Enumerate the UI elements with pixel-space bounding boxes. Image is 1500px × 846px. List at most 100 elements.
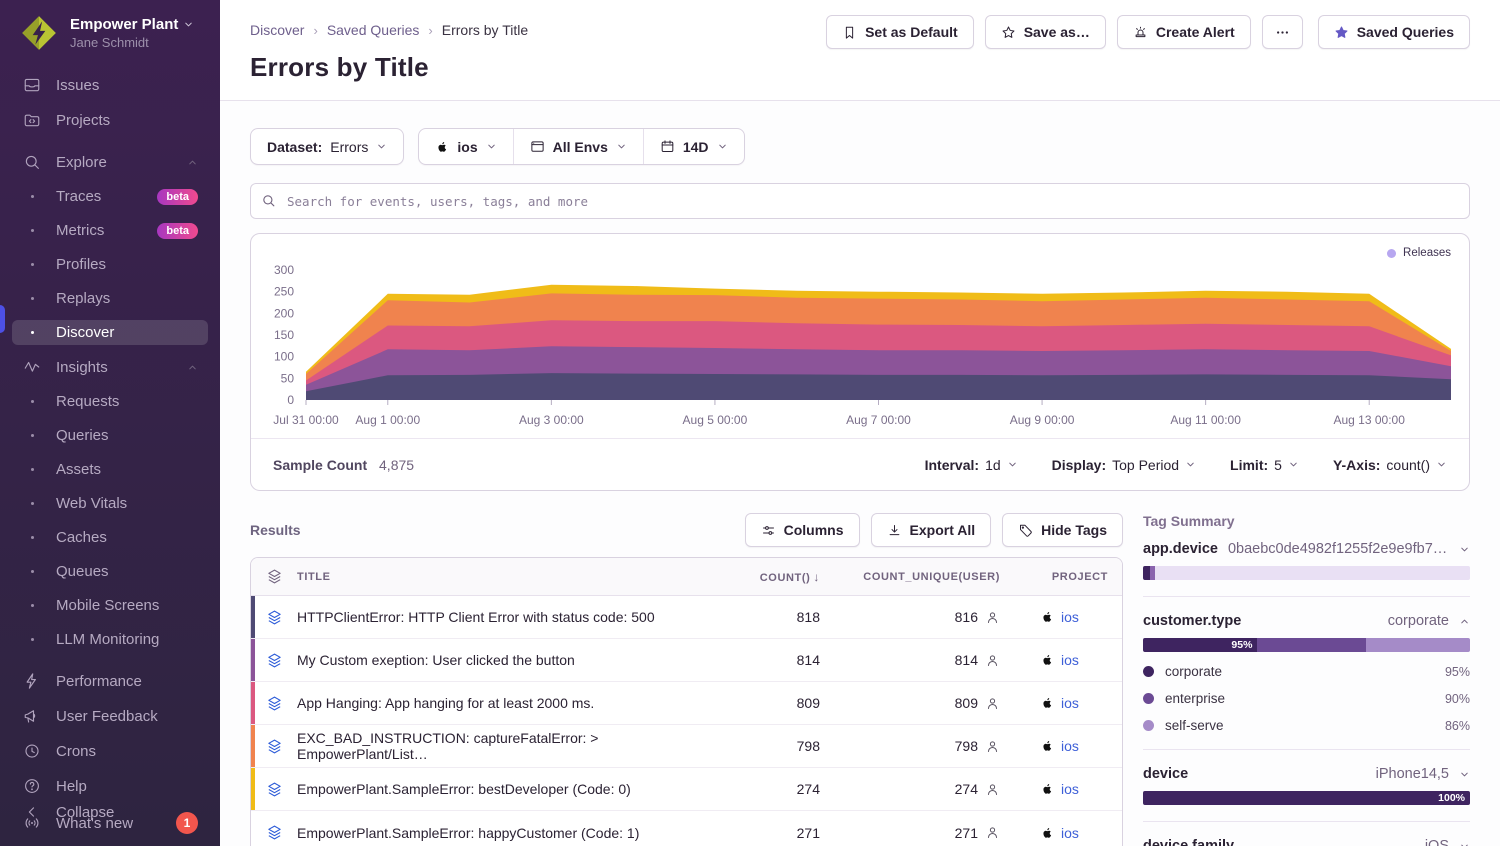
user-icon (985, 782, 1000, 797)
stack-icon[interactable] (266, 609, 283, 626)
sidebar-item-queues[interactable]: Queues (12, 559, 208, 584)
chevron-up-icon[interactable] (1459, 616, 1470, 627)
saved-queries-button[interactable]: Saved Queries (1318, 15, 1470, 49)
row-title[interactable]: HTTPClientError: HTTP Client Error with … (297, 609, 724, 625)
row-count: 798 (724, 738, 834, 754)
apple-icon (1040, 826, 1054, 840)
yaxis-dropdown[interactable]: Y-Axis: count() (1333, 457, 1447, 473)
sidebar-item-help[interactable]: Help (12, 773, 208, 799)
apple-icon (1040, 739, 1054, 753)
hide-tags-button[interactable]: Hide Tags (1002, 513, 1123, 547)
sidebar-item-assets[interactable]: Assets (12, 457, 208, 482)
sidebar-item-caches[interactable]: Caches (12, 525, 208, 550)
sidebar-item-insights[interactable]: Insights (12, 354, 208, 380)
sidebar-item-user-feedback[interactable]: User Feedback (12, 703, 208, 729)
row-title[interactable]: My Custom exeption: User clicked the but… (297, 652, 724, 668)
svg-text:Aug 7 00:00: Aug 7 00:00 (846, 413, 911, 427)
columns-button[interactable]: Columns (745, 513, 860, 547)
col-header-count[interactable]: COUNT()↓ (724, 570, 834, 584)
tag-distribution-bar[interactable]: 95% (1143, 638, 1470, 652)
sidebar-item-projects[interactable]: Projects (12, 107, 208, 133)
table-row[interactable]: EmpowerPlant.SampleError: bestDeveloper … (251, 768, 1122, 811)
sidebar-item-replays[interactable]: Replays (12, 286, 208, 311)
apple-icon (1040, 696, 1054, 710)
chart-legend[interactable]: Releases (1387, 247, 1451, 259)
stack-icon[interactable] (266, 695, 283, 712)
environment-filter[interactable]: All Envs (513, 129, 643, 164)
tag-distribution-bar[interactable]: 100% (1143, 791, 1470, 805)
breadcrumb-saved-queries[interactable]: Saved Queries (327, 22, 420, 38)
more-options-button[interactable] (1262, 15, 1303, 49)
sidebar-item-requests[interactable]: Requests (12, 389, 208, 414)
project-link[interactable]: ios (1061, 652, 1079, 668)
org-switcher[interactable]: Empower Plant Jane Schmidt (0, 0, 220, 62)
stack-icon[interactable] (266, 738, 283, 755)
chevron-up-icon[interactable] (187, 157, 198, 168)
org-logo-icon (20, 14, 58, 52)
table-row[interactable]: EmpowerPlant.SampleError: happyCustomer … (251, 811, 1122, 846)
sidebar-item-mobile-screens[interactable]: Mobile Screens (12, 593, 208, 618)
project-link[interactable]: ios (1061, 695, 1079, 711)
chevron-down-icon[interactable] (1459, 544, 1470, 555)
project-link[interactable]: ios (1061, 609, 1079, 625)
chevron-down-icon[interactable] (1459, 769, 1470, 780)
sidebar-item-label: Web Vitals (56, 495, 127, 512)
tag-section-device-family: device.family iOS 100% (1143, 822, 1470, 846)
row-count-unique: 798 (955, 738, 978, 754)
apple-icon (1040, 610, 1054, 624)
sidebar-item-llm-monitoring[interactable]: LLM Monitoring (12, 627, 208, 652)
sidebar-item-crons[interactable]: Crons (12, 738, 208, 764)
save-as-button[interactable]: Save as… (985, 15, 1106, 49)
legend-dot-icon (1143, 693, 1154, 704)
tag-legend-row: enterprise 90% (1143, 691, 1470, 706)
col-header-project[interactable]: PROJECT (1014, 571, 1122, 583)
stack-icon[interactable] (266, 652, 283, 669)
tag-value: corporate (1251, 613, 1449, 629)
row-title[interactable]: EXC_BAD_INSTRUCTION: captureFatalError: … (297, 730, 724, 762)
sidebar-item-profiles[interactable]: Profiles (12, 252, 208, 277)
col-header-title[interactable]: TITLE (297, 571, 724, 583)
interval-dropdown[interactable]: Interval: 1d (925, 457, 1018, 473)
row-title[interactable]: EmpowerPlant.SampleError: happyCustomer … (297, 825, 724, 841)
table-row[interactable]: My Custom exeption: User clicked the but… (251, 639, 1122, 682)
row-count-unique: 816 (955, 609, 978, 625)
sidebar-item-metrics[interactable]: Metrics beta (12, 218, 208, 243)
sidebar-item-queries[interactable]: Queries (12, 423, 208, 448)
button-label: Create Alert (1156, 24, 1235, 40)
table-row[interactable]: App Hanging: App hanging for at least 20… (251, 682, 1122, 725)
chevron-down-icon[interactable] (1459, 841, 1470, 846)
breadcrumb-discover[interactable]: Discover (250, 22, 304, 38)
stack-icon[interactable] (266, 824, 283, 841)
display-dropdown[interactable]: Display: Top Period (1052, 457, 1196, 473)
dataset-selector[interactable]: Dataset: Errors (250, 128, 404, 165)
table-row[interactable]: EXC_BAD_INSTRUCTION: captureFatalError: … (251, 725, 1122, 768)
project-link[interactable]: ios (1061, 738, 1079, 754)
sidebar-collapse-button[interactable]: Collapse (12, 799, 208, 825)
sidebar-item-traces[interactable]: Traces beta (12, 184, 208, 209)
chevron-up-icon[interactable] (187, 362, 198, 373)
sidebar-item-label: Help (56, 778, 87, 795)
sidebar-item-discover[interactable]: Discover (12, 320, 208, 345)
limit-dropdown[interactable]: Limit: 5 (1230, 457, 1299, 473)
bullet-icon (22, 297, 42, 300)
sidebar-item-performance[interactable]: Performance (12, 668, 208, 694)
project-link[interactable]: ios (1061, 825, 1079, 841)
search-input[interactable] (250, 183, 1470, 219)
sidebar-item-issues[interactable]: Issues (12, 72, 208, 98)
date-range-filter[interactable]: 14D (643, 129, 744, 164)
create-alert-button[interactable]: Create Alert (1117, 15, 1251, 49)
sidebar-item-web-vitals[interactable]: Web Vitals (12, 491, 208, 516)
project-link[interactable]: ios (1061, 781, 1079, 797)
row-title[interactable]: EmpowerPlant.SampleError: bestDeveloper … (297, 781, 724, 797)
set-as-default-button[interactable]: Set as Default (826, 15, 974, 49)
sidebar-item-explore[interactable]: Explore (12, 149, 208, 175)
export-all-button[interactable]: Export All (871, 513, 992, 547)
sort-desc-icon: ↓ (813, 570, 820, 584)
stack-icon[interactable] (266, 781, 283, 798)
table-row[interactable]: HTTPClientError: HTTP Client Error with … (251, 596, 1122, 639)
project-filter[interactable]: ios (419, 129, 512, 164)
stacked-area-chart[interactable]: 050100150200250300Jul 31 00:00Aug 1 00:0… (251, 240, 1469, 438)
row-title[interactable]: App Hanging: App hanging for at least 20… (297, 695, 724, 711)
col-header-count-unique[interactable]: COUNT_UNIQUE(USER) (834, 571, 1014, 583)
tag-distribution-bar[interactable] (1143, 566, 1470, 580)
